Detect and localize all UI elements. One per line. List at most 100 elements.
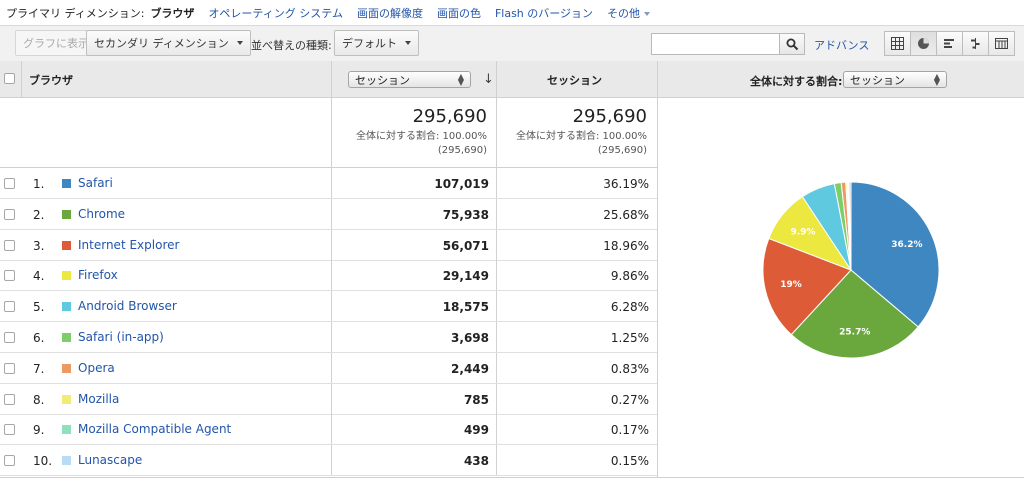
row-color-swatch [62,456,71,466]
dimension-link-resolution[interactable]: 画面の解像度 [357,5,423,21]
row-rank: 4. [33,269,45,284]
comparison-view-button[interactable] [962,31,989,56]
row-checkbox[interactable] [4,362,15,374]
updown-arrows-icon: ▲ ▼ [933,71,940,87]
table-row: 4. Firefox 29,149 9.86% [0,260,657,292]
row-checkbox[interactable] [4,393,15,405]
pie-view-icon [918,38,929,49]
chart-metric-select-value: セッション [850,73,905,87]
secondary-dimension-label: セカンダリ ディメンション [94,37,229,50]
row-color-swatch [62,302,71,312]
sort-type-dropdown[interactable]: デフォルト [334,30,419,56]
totals-row: 295,690 全体に対する割合: 100.00% (295,690) 295,… [0,98,657,168]
row-sessions-pct: 0.27% [610,392,649,407]
updown-arrows-icon: ▲ ▼ [457,71,464,87]
total-sessions: 295,690 [412,106,487,127]
bar-view-button[interactable] [936,31,963,56]
row-sessions: 75,938 [442,207,489,222]
search-input[interactable] [651,33,780,55]
table-row: 6. Safari (in-app) 3,698 1.25% [0,322,657,353]
row-color-swatch [62,333,71,342]
search-button[interactable] [779,33,805,55]
primary-dimension-bar: プライマリ ディメンション: ブラウザ オペレーティング システム 画面の解像度… [0,0,1024,25]
row-sessions: 438 [463,454,489,469]
row-sessions-pct: 25.68% [603,207,649,222]
search-icon [786,38,798,50]
sort-type-label: 並べ替えの種類: [251,39,332,52]
sort-descending-icon[interactable]: ↓ [483,72,494,87]
row-checkbox[interactable] [4,239,15,251]
table-row: 10. Lunascape 438 0.15% [0,445,657,477]
row-sessions-pct: 0.15% [610,454,649,469]
total-sessions-share-abs: (295,690) [437,145,487,156]
pie-chart: 36.2% 25.7% 19% 9.9% [762,181,940,359]
row-checkbox[interactable] [4,332,15,343]
row-browser-link[interactable]: Mozilla [78,392,119,406]
row-checkbox[interactable] [4,270,15,282]
table-row: 1. Safari 107,019 36.19% [0,168,657,199]
row-sessions-pct: 18.96% [603,238,649,253]
row-sessions: 56,071 [442,238,489,253]
row-browser-link[interactable]: Chrome [78,207,125,221]
row-sessions: 3,698 [451,331,489,345]
chevron-down-icon [644,11,651,16]
row-sessions-pct: 0.83% [610,361,649,376]
dimension-link-color[interactable]: 画面の色 [437,5,481,21]
pie-view-button[interactable] [910,31,937,56]
chart-share-label: 全体に対する割合: [750,75,843,88]
row-browser-link[interactable]: Internet Explorer [78,238,179,252]
dimension-link-flash[interactable]: Flash のバージョン [495,5,593,21]
row-checkbox[interactable] [4,424,15,436]
table-view-button[interactable] [884,31,911,56]
sort-type-value: デフォルト [342,37,397,50]
row-checkbox[interactable] [4,455,15,467]
row-sessions: 785 [463,392,489,407]
row-color-swatch [62,363,71,373]
row-sessions: 29,149 [442,269,489,284]
plot-rows-button[interactable]: グラフに表示 [15,30,97,56]
advanced-filter-link[interactable]: アドバンス [814,37,869,53]
row-color-swatch [62,271,71,281]
row-rank: 8. [33,392,45,407]
table-row: 7. Opera 2,449 0.83% [0,352,657,384]
row-browser-link[interactable]: Android Browser [78,299,177,313]
dimension-more-dropdown[interactable]: その他 [607,5,651,21]
chevron-down-icon [236,41,243,45]
total-metric2-share: 全体に対する割合: 100.00% [515,131,647,142]
metric-select[interactable]: セッション ▲ ▼ [348,71,471,88]
row-sessions-pct: 6.28% [610,300,649,315]
pivot-view-button[interactable] [988,31,1015,56]
row-browser-link[interactable]: Mozilla Compatible Agent [78,422,231,436]
view-switcher [884,31,1015,56]
table-row: 2. Chrome 75,938 25.68% [0,198,657,230]
secondary-dimension-dropdown[interactable]: セカンダリ ディメンション [86,30,251,56]
row-sessions: 2,449 [451,361,489,376]
table-row: 8. Mozilla 785 0.27% [0,383,657,415]
row-color-swatch [62,209,71,219]
pie-chart-area: 36.2% 25.7% 19% 9.9% [657,98,1024,478]
column-header-sessions[interactable]: セッション [547,72,602,88]
row-browser-link[interactable]: Firefox [78,268,118,282]
dimension-link-os[interactable]: オペレーティング システム [208,5,343,21]
row-checkbox[interactable] [4,178,15,189]
row-sessions-pct: 9.86% [610,269,649,284]
metric-select-value: セッション [355,73,410,87]
total-metric2: 295,690 [572,106,647,127]
row-checkbox[interactable] [4,208,15,220]
row-browser-link[interactable]: Safari [78,176,113,190]
row-color-swatch [62,179,71,188]
bar-view-icon [944,39,954,48]
row-sessions: 18,575 [442,300,489,315]
column-header-browser[interactable]: ブラウザ [29,72,73,88]
row-checkbox[interactable] [4,301,15,313]
table-header: ブラウザ セッション ▲ ▼ セッション [0,61,657,98]
pie-slice-label: 25.7% [839,327,870,337]
pie-slice-label: 9.9% [790,227,815,237]
row-browser-link[interactable]: Safari (in-app) [78,330,164,344]
row-browser-link[interactable]: Opera [78,361,115,375]
chart-metric-select[interactable]: セッション ▲ ▼ [843,71,947,88]
row-browser-link[interactable]: Lunascape [78,453,142,467]
row-sessions: 107,019 [434,177,489,191]
select-all-checkbox[interactable] [4,73,15,84]
plot-rows-label: グラフに表示 [23,37,89,50]
